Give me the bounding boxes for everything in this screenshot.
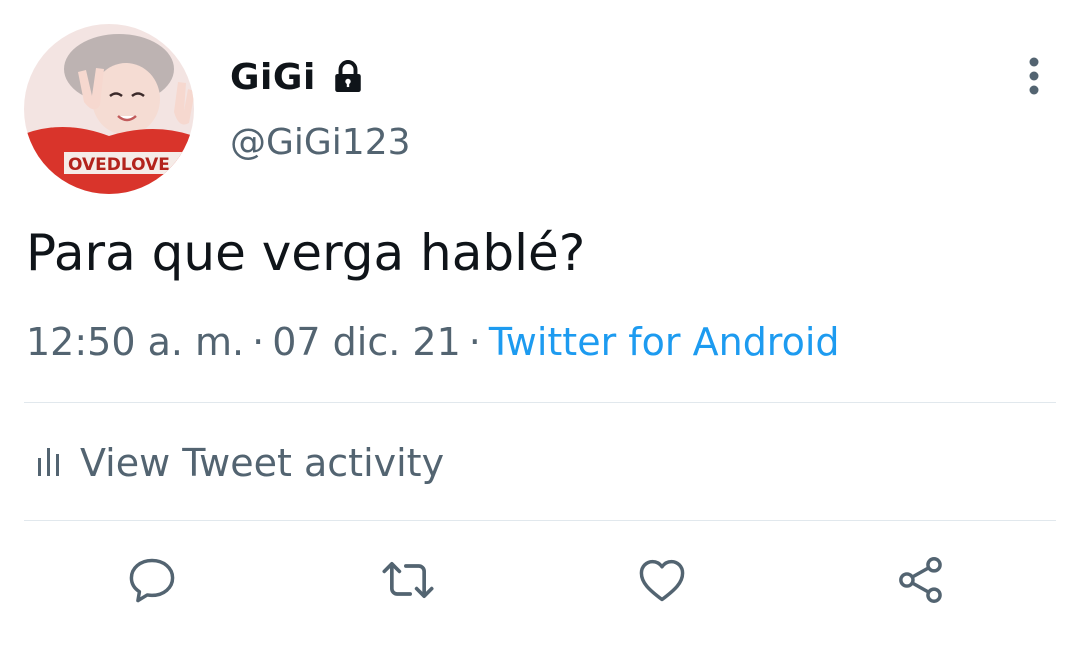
meta-separator: · (468, 320, 481, 364)
reply-button[interactable] (124, 554, 180, 610)
divider (24, 402, 1056, 403)
view-tweet-activity-button[interactable]: View Tweet activity (36, 438, 444, 488)
avatar-image: OVEDLOVE (24, 24, 194, 194)
view-tweet-activity-label: View Tweet activity (80, 441, 445, 485)
divider (24, 520, 1056, 521)
tweet-detail: OVEDLOVE GiGi @GiGi123 Para que verga ha… (0, 0, 1080, 659)
heart-icon (635, 554, 689, 610)
reply-icon (126, 554, 178, 610)
retweet-icon (380, 554, 436, 610)
display-name[interactable]: GiGi (230, 57, 316, 98)
tweet-source-link[interactable]: Twitter for Android (489, 320, 840, 364)
share-button[interactable] (893, 554, 949, 610)
svg-text:OVEDLOVE: OVEDLOVE (68, 155, 170, 175)
lock-icon (330, 59, 366, 95)
share-icon (894, 554, 948, 610)
display-name-row: GiGi (230, 52, 366, 102)
tweet-time[interactable]: 12:50 a. m. (26, 320, 244, 364)
user-handle[interactable]: @GiGi123 (230, 122, 411, 163)
avatar[interactable]: OVEDLOVE (24, 24, 194, 194)
tweet-date[interactable]: 07 dic. 21 (272, 320, 461, 364)
like-button[interactable] (634, 554, 690, 610)
retweet-button[interactable] (380, 554, 436, 610)
tweet-meta: 12:50 a. m. · 07 dic. 21 · Twitter for A… (26, 320, 840, 364)
meta-separator: · (252, 320, 265, 364)
tweet-text: Para que verga hablé? (26, 224, 586, 282)
analytics-icon (36, 444, 62, 482)
more-options-icon[interactable] (1014, 56, 1054, 96)
